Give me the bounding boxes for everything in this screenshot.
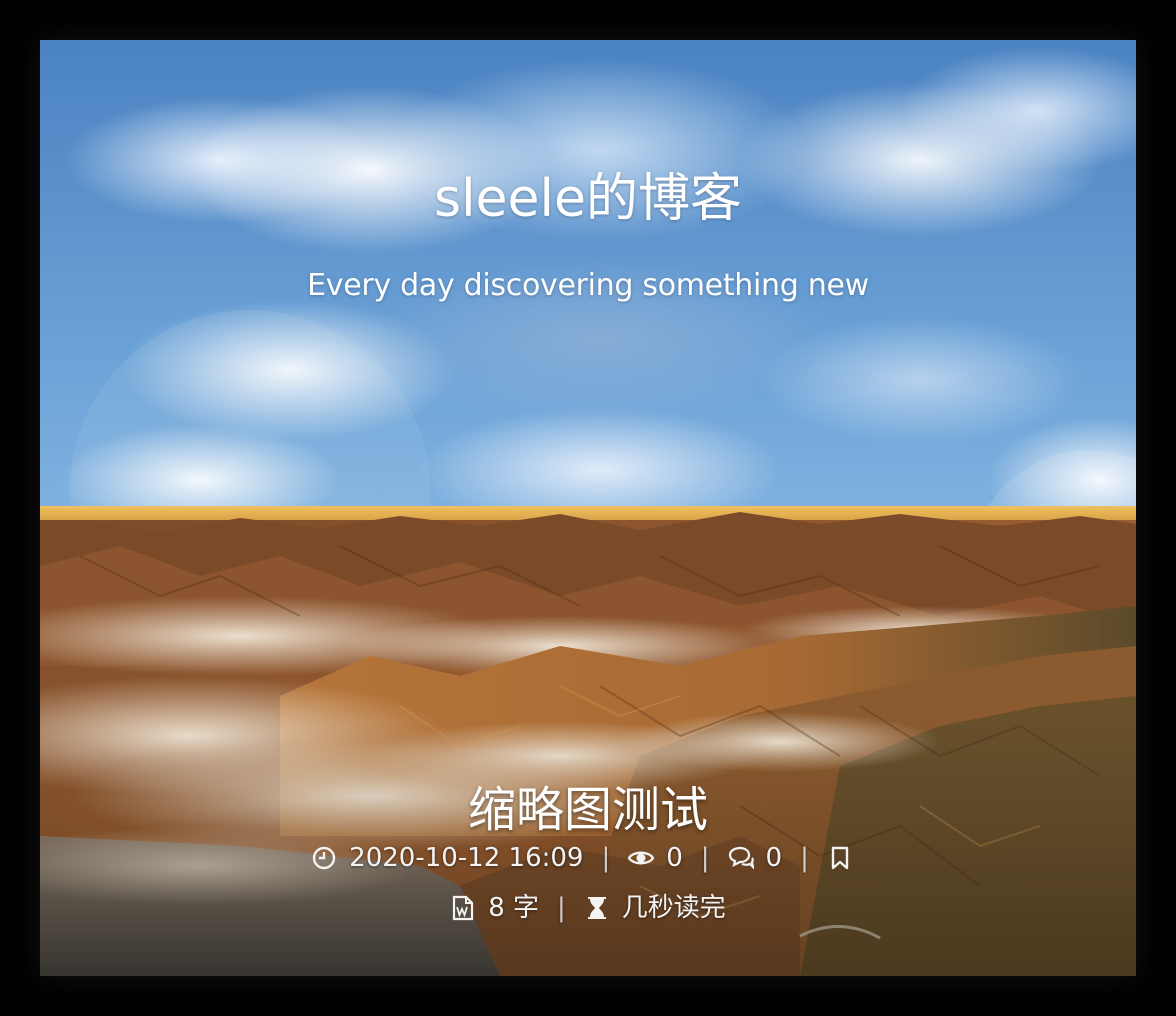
post-title[interactable]: 缩略图测试: [40, 778, 1136, 842]
decorative-bubble: [70, 310, 430, 506]
meta-separator: |: [700, 843, 710, 873]
meta-separator: |: [800, 843, 809, 873]
post-comments[interactable]: 0: [728, 840, 783, 876]
post-bookmark[interactable]: [827, 845, 865, 871]
post-card[interactable]: 缩略图测试 2020-10-12 16:09 | 0 | 0 | 8 字 | 几…: [40, 506, 1136, 976]
page-frame: sleele的博客 Every day discovering somethin…: [40, 40, 1136, 976]
eye-icon: [628, 845, 655, 871]
decorative-bubble: [970, 450, 1136, 506]
post-date-text: 2020-10-12 16:09: [349, 843, 584, 873]
post-meta-row-2: 8 字 | 几秒读完: [40, 890, 1136, 926]
post-views: 0: [628, 840, 683, 876]
site-subtitle: Every day discovering something new: [307, 268, 869, 303]
site-title[interactable]: sleele的博客: [40, 164, 1136, 234]
comments-icon: [728, 845, 754, 871]
meta-separator: |: [601, 843, 611, 873]
post-views-count: 0: [666, 843, 683, 873]
post-read-time-text: 几秒读完: [621, 893, 726, 923]
site-header: sleele的博客 Every day discovering somethin…: [40, 40, 1136, 506]
word-doc-icon: [450, 895, 476, 921]
meta-separator: |: [557, 893, 566, 923]
post-read-time: 几秒读完: [584, 890, 726, 926]
post-meta-row: 2020-10-12 16:09 | 0 | 0 |: [40, 840, 1136, 876]
bookmark-icon[interactable]: [827, 845, 853, 871]
clock-icon: [311, 845, 337, 871]
post-date: 2020-10-12 16:09: [311, 840, 583, 876]
hourglass-icon: [584, 895, 610, 921]
post-word-count-text: 8 字: [488, 893, 540, 923]
post-word-count: 8 字: [450, 890, 539, 926]
post-comments-count: 0: [765, 843, 783, 873]
